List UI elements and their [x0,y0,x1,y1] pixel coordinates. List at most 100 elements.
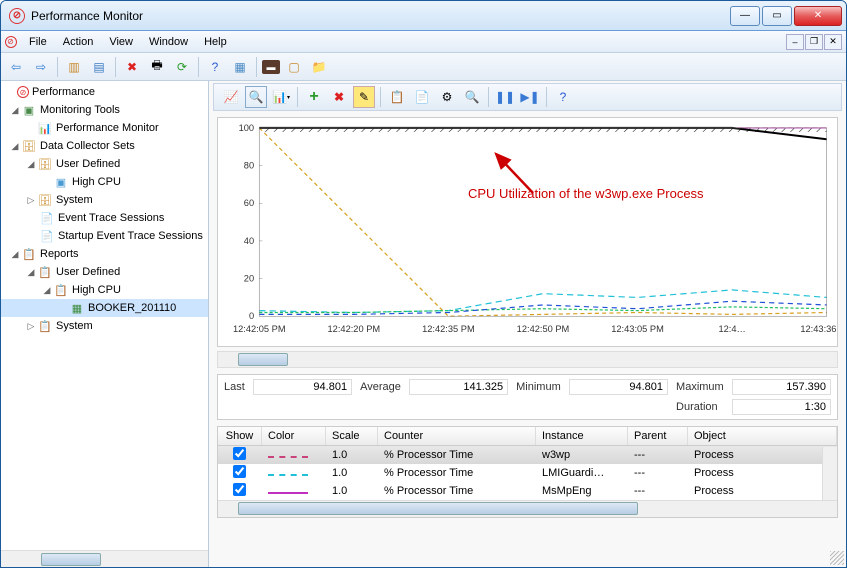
titlebar[interactable]: ⊘ Performance Monitor — ▭ ✕ [1,1,846,31]
tree-reports-high-cpu[interactable]: ◢📋High CPU [1,281,208,299]
app-window: ⊘ Performance Monitor — ▭ ✕ ⊘ File Actio… [0,0,847,568]
menu-view[interactable]: View [101,34,141,50]
col-scale[interactable]: Scale [326,427,378,445]
back-button[interactable]: ⇦ [5,56,27,78]
col-instance[interactable]: Instance [536,427,628,445]
toolbar-icon-1[interactable]: ▦ [229,56,251,78]
app-menu-icon: ⊘ [5,36,17,48]
mdi-restore-button[interactable]: ❐ [805,34,823,50]
menubar: ⊘ File Action View Window Help – ❐ ✕ [1,31,846,53]
toolbar-icon-3[interactable]: ▢ [283,56,305,78]
view-log-button[interactable]: 📈 [220,86,242,108]
counter-name: % Processor Time [378,466,536,480]
tree-reports[interactable]: ◢📋Reports [1,245,208,263]
svg-text:12:43:36 PM: 12:43:36 PM [800,324,837,334]
counter-vscroll[interactable] [822,447,837,500]
tree-user-defined[interactable]: ◢🗄User Defined [1,155,208,173]
tree[interactable]: ⊘Performance ◢▣Monitoring Tools 📊Perform… [1,81,208,550]
tree-reports-system[interactable]: ▷📋System [1,317,208,335]
tree-high-cpu[interactable]: ▣High CPU [1,173,208,191]
counter-show-checkbox[interactable] [233,483,246,496]
show-hide-tree-button[interactable]: ▥ [63,56,85,78]
refresh-button[interactable]: ⟳ [171,56,193,78]
counter-show-checkbox[interactable] [233,465,246,478]
avg-label: Average [360,381,401,393]
svg-text:12:43:05 PM: 12:43:05 PM [611,324,664,334]
properties-chart-button[interactable]: ⚙ [436,86,458,108]
avg-value: 141.325 [409,379,508,395]
tree-system[interactable]: ▷🗄System [1,191,208,209]
counter-row[interactable]: 1.0% Processor TimeMsMpEng---Process [218,482,837,500]
counter-row[interactable]: 1.0% Processor TimeLMIGuardi…---Process [218,464,837,482]
tree-hscroll[interactable] [1,550,208,567]
counter-instance: MsMpEng [536,484,628,498]
forward-button[interactable]: ⇨ [30,56,52,78]
print-button[interactable]: 🖶 [146,56,168,78]
update-button[interactable]: ▶❚ [519,86,541,108]
svg-text:12:42:50 PM: 12:42:50 PM [517,324,570,334]
col-object[interactable]: Object [688,427,837,445]
mdi-minimize-button[interactable]: – [786,34,804,50]
counter-hscroll-thumb[interactable] [238,502,638,515]
tree-label: User Defined [56,266,120,278]
tree-startup-event[interactable]: 📄Startup Event Trace Sessions [1,227,208,245]
tree-label: Monitoring Tools [40,104,120,116]
counter-parent: --- [628,466,688,480]
tree-data-collector-sets[interactable]: ◢🗄Data Collector Sets [1,137,208,155]
toolbar-folder-icon[interactable]: 📁 [308,56,330,78]
tree-hscroll-thumb[interactable] [41,553,101,566]
close-button[interactable]: ✕ [794,6,842,26]
counter-row[interactable]: 1.0% Processor Timew3wp---Process [218,446,837,464]
svg-text:12:42:05 PM: 12:42:05 PM [233,324,286,334]
app-icon: ⊘ [9,8,25,24]
toolbar-icon-2[interactable]: ▬ [262,60,280,74]
tree-monitoring-tools[interactable]: ◢▣Monitoring Tools [1,101,208,119]
tree-label: High CPU [72,176,121,188]
counter-name: % Processor Time [378,448,536,462]
menu-action[interactable]: Action [55,34,102,50]
last-value: 94.801 [253,379,352,395]
counter-color-swatch [268,474,308,476]
view-current-button[interactable]: 🔍 [245,86,267,108]
menu-file[interactable]: File [21,34,55,50]
properties-button[interactable]: ▤ [88,56,110,78]
chart-hscroll[interactable] [217,351,838,368]
copy-button[interactable]: 📋 [386,86,408,108]
svg-text:0: 0 [249,311,254,321]
tree-label: High CPU [72,284,121,296]
chart-type-button[interactable]: 📊▾ [270,86,292,108]
resize-grip[interactable] [830,551,844,565]
tree-reports-user-defined[interactable]: ◢📋User Defined [1,263,208,281]
col-show[interactable]: Show [218,427,262,445]
mdi-close-button[interactable]: ✕ [824,34,842,50]
tree-performance-monitor[interactable]: 📊Performance Monitor [1,119,208,137]
col-color[interactable]: Color [262,427,326,445]
menu-window[interactable]: Window [141,34,196,50]
svg-text:100: 100 [239,123,254,133]
col-counter[interactable]: Counter [378,427,536,445]
counter-hscroll[interactable] [218,500,837,517]
tree-report-booker[interactable]: ▦BOOKER_201110 [1,299,208,317]
paste-button[interactable]: 📄 [411,86,433,108]
chart-hscroll-thumb[interactable] [238,353,288,366]
counter-body[interactable]: 1.0% Processor Timew3wp---Process1.0% Pr… [218,446,837,500]
col-parent[interactable]: Parent [628,427,688,445]
tree-root[interactable]: ⊘Performance [1,83,208,101]
zoom-button[interactable]: 🔍 [461,86,483,108]
tree-event-trace[interactable]: 📄Event Trace Sessions [1,209,208,227]
counter-header[interactable]: Show Color Scale Counter Instance Parent… [218,427,837,446]
remove-counter-button[interactable]: ✖ [328,86,350,108]
minimize-button[interactable]: — [730,6,760,26]
counter-show-checkbox[interactable] [233,447,246,460]
highlight-button[interactable]: ✎ [353,86,375,108]
freeze-button[interactable]: ❚❚ [494,86,516,108]
menu-help[interactable]: Help [196,34,235,50]
help-button[interactable]: ? [204,56,226,78]
chart-area[interactable]: 02040608010012:42:05 PM12:42:20 PM12:42:… [217,117,838,347]
chart-help-button[interactable]: ? [552,86,574,108]
add-counter-button[interactable]: + [303,86,325,108]
maximize-button[interactable]: ▭ [762,6,792,26]
min-label: Minimum [516,381,561,393]
tree-label: Reports [40,248,79,260]
delete-button[interactable]: ✖ [121,56,143,78]
